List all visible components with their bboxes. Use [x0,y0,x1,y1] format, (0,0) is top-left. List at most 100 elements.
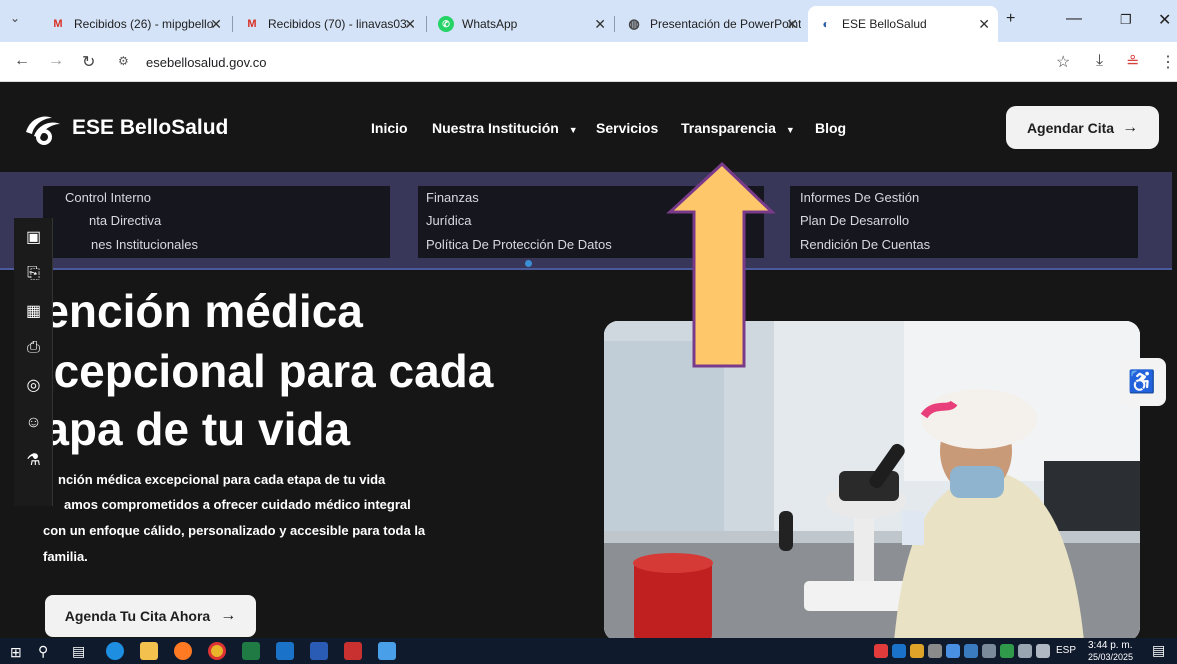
menu-kebab-icon[interactable]: ⋮ [1160,52,1176,72]
brand-name[interactable]: ESE BelloSalud [72,116,228,140]
tab-bellosalud[interactable]: ◐ ESE BelloSalud ✕ [808,6,998,42]
new-tab-icon[interactable]: + [1006,10,1015,28]
whatsapp-icon: ✆ [438,16,454,32]
tab-gmail-2[interactable]: M Recibidos (70) - linavas03@ ✕ [234,6,424,42]
tray-app-icon[interactable] [946,644,960,658]
hero-paragraph-line-1: nción médica excepcional para cada etapa… [58,472,386,487]
tab-title: Recibidos (26) - mipgbellosa [74,17,214,31]
menu-item-planes-institucionales[interactable]: nes Institucionales [91,237,198,252]
menu-item-juridica[interactable]: Jurídica [426,213,472,228]
tab-title: WhatsApp [462,17,518,31]
nav-inicio[interactable]: Inicio [371,120,408,136]
menu-item-rendicion-cuentas[interactable]: Rendición De Cuentas [800,237,930,252]
tray-volume-muted-icon[interactable] [1036,644,1050,658]
nav-blog[interactable]: Blog [815,120,846,136]
hero-paragraph-line-2: amos comprometidos a ofrecer cuidado méd… [64,497,411,512]
smile-icon[interactable]: ☺ [14,406,53,440]
nav-label: Nuestra Institución [432,120,559,136]
reload-icon[interactable]: ↻ [82,52,95,72]
search-icon[interactable]: ⚲ [38,643,48,660]
task-view-icon[interactable]: ▤ [72,643,85,660]
close-icon[interactable]: ✕ [594,16,606,33]
nav-label: Transparencia [681,120,776,136]
word-icon[interactable] [310,642,328,660]
restore-icon[interactable]: ❐ [1120,12,1132,28]
hero-title-line-2: xcepcional para cada [28,345,494,397]
clipboard-icon[interactable]: ⎘ [14,257,53,291]
nav-transparencia[interactable]: Transparencia ▼ [681,120,795,136]
accessibility-icon[interactable]: ♿ [1118,358,1166,406]
outlook-icon[interactable] [276,642,294,660]
clock-date[interactable]: 25/03/2025 [1088,652,1133,662]
nav-servicios[interactable]: Servicios [596,120,658,136]
annotation-arrow-up-icon [666,161,776,368]
dropdown-column-3: Informes De Gestión Plan De Desarrollo R… [790,186,1138,258]
contract-icon[interactable]: ⎙ [14,331,53,365]
menu-item-plan-desarrollo[interactable]: Plan De Desarrollo [800,213,909,228]
button-label: Agendar Cita [1026,119,1115,136]
hero-section: tención médica xcepcional para cada tapa… [0,270,1177,638]
tab-whatsapp[interactable]: ✆ WhatsApp ✕ [428,6,614,42]
site-info-icon[interactable]: ⚙ [118,54,129,68]
tab-title: Presentación de PowerPoint [650,17,802,31]
tab-search-icon[interactable]: ⌄ [10,11,20,25]
tray-outlook-icon[interactable] [892,644,906,658]
menu-item-proteccion-datos[interactable]: Política De Protección De Datos [426,237,612,252]
agendar-cita-button[interactable]: Agendar Cita → [1006,106,1159,149]
tray-display-icon[interactable] [1018,644,1032,658]
hero-title-line-1: tención médica [28,285,363,337]
tab-title: ESE BelloSalud [842,17,927,31]
profile-avatar[interactable]: ≗ [1126,52,1139,72]
clock-time[interactable]: 3:44 p. m. [1088,640,1132,651]
nav-nuestra-institucion[interactable]: Nuestra Institución ▼ [432,120,578,136]
firefox-icon[interactable] [174,642,192,660]
menu-item-finanzas[interactable]: Finanzas [426,190,479,205]
location-icon[interactable]: ◎ [14,368,53,402]
globe-icon: ◍ [628,16,640,31]
windows-start-icon[interactable]: ⊞ [10,644,22,661]
tab-divider [232,16,233,32]
edge-icon[interactable] [106,642,124,660]
bellosalud-logo-icon[interactable] [22,110,66,146]
quick-access-sidebar: ▣ ⎘ ▦ ⎙ ◎ ☺ ⚗ [14,218,53,506]
menu-item-control-interno[interactable]: Control Interno [65,190,151,205]
tab-gmail-1[interactable]: M Recibidos (26) - mipgbellosa ✕ [40,6,230,42]
tray-usb-icon[interactable] [928,644,942,658]
tray-network-icon[interactable] [964,644,978,658]
agenda-tu-cita-button[interactable]: Agenda Tu Cita Ahora → [45,595,256,637]
minimize-icon[interactable]: — [1066,10,1082,28]
menu-item-informes-gestion[interactable]: Informes De Gestión [800,190,919,205]
language-indicator[interactable]: ESP [1056,645,1076,656]
button-label: Agenda Tu Cita Ahora [64,608,211,624]
tray-app-icon[interactable] [910,644,924,658]
tab-powerpoint[interactable]: ◍ Presentación de PowerPoint ✕ [616,6,806,42]
tray-wifi-icon[interactable] [982,644,996,658]
building-icon[interactable]: ▦ [14,294,53,328]
notifications-icon[interactable]: ▤ [1152,642,1165,659]
photos-icon[interactable] [378,642,396,660]
close-icon[interactable]: ✕ [978,16,990,33]
flask-icon[interactable]: ⚗ [14,443,53,477]
download-icon[interactable]: ⤓ [1096,52,1103,70]
url-text[interactable]: esebellosalud.gov.co [146,55,266,70]
window-close-icon[interactable]: ✕ [1158,10,1171,30]
forward-icon[interactable]: → [48,52,64,70]
calendar-icon[interactable]: ▣ [14,220,53,254]
tray-app-icon[interactable] [874,644,888,658]
pdf-reader-icon[interactable] [344,642,362,660]
close-icon[interactable]: ✕ [404,16,416,33]
bellosalud-favicon: ◐ [822,17,830,31]
chrome-icon[interactable] [208,642,226,660]
excel-icon[interactable] [242,642,260,660]
back-icon[interactable]: ← [14,52,30,70]
arrow-right-icon: → [1122,118,1139,136]
carousel-indicator-dot[interactable] [525,260,532,267]
file-explorer-icon[interactable] [140,642,158,660]
close-icon[interactable]: ✕ [786,16,798,33]
tray-app-icon[interactable] [1000,644,1014,658]
close-icon[interactable]: ✕ [210,16,222,33]
bookmark-star-icon[interactable]: ☆ [1056,52,1070,72]
omnibox[interactable]: ⚙ esebellosalud.gov.co [108,48,1078,76]
caret-down-icon: ▼ [568,125,578,135]
menu-item-junta-directiva[interactable]: nta Directiva [89,213,161,228]
